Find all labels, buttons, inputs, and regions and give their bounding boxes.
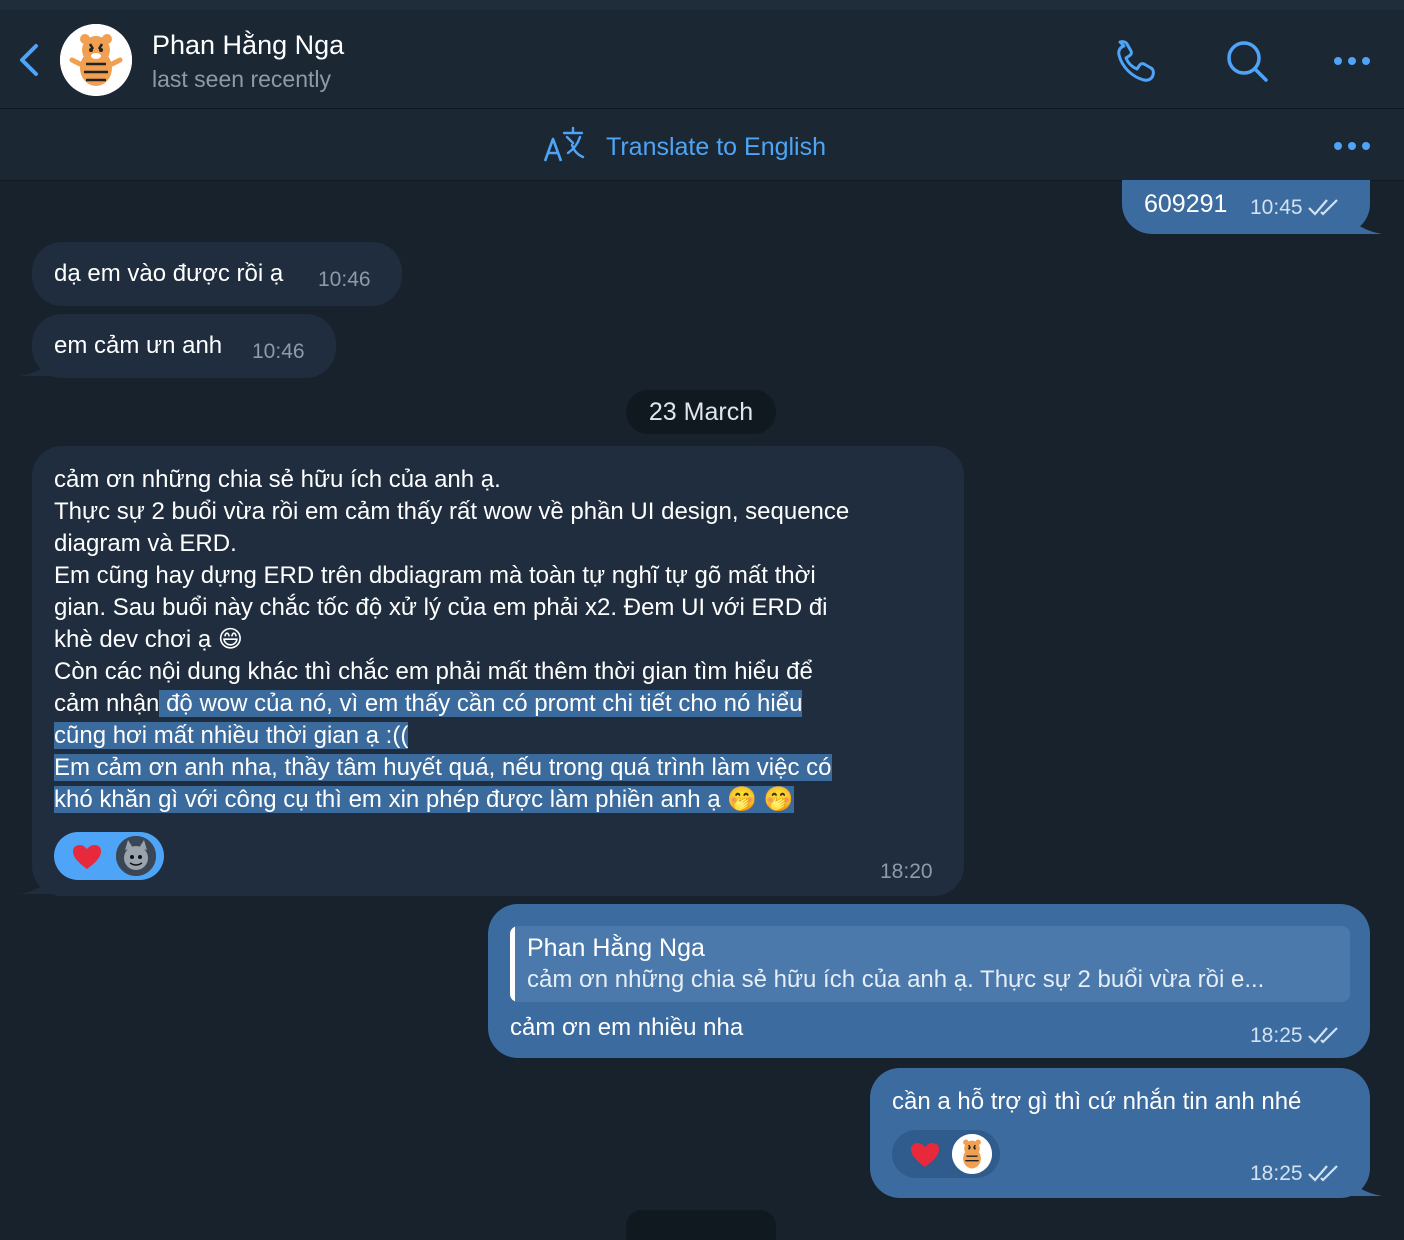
- text-selection: độ wow của nó, vì em thấy cần có promt c…: [159, 690, 803, 717]
- date-divider: 23 March: [626, 390, 776, 434]
- message-text: dạ em vào được rồi ạ: [54, 260, 284, 287]
- message-text: em cảm ưn anh: [54, 332, 223, 359]
- message-time: 18:25: [1250, 1158, 1341, 1190]
- more-horizontal-icon[interactable]: [1328, 36, 1378, 86]
- message-text: 609291: [1144, 190, 1228, 218]
- message-text: cảm ơn em nhiều nha: [510, 1014, 744, 1041]
- message-bubble-out[interactable]: 609291 10:45: [1122, 180, 1370, 234]
- reply-quote-text: cảm ơn những chia sẻ hữu ích của anh ạ. …: [527, 966, 1265, 993]
- reply-quote-name: Phan Hằng Nga: [527, 934, 705, 962]
- contact-status: last seen recently: [152, 66, 331, 92]
- contact-name[interactable]: Phan Hằng Nga: [152, 30, 344, 61]
- date-divider-partial: [626, 1210, 776, 1240]
- translate-label[interactable]: Translate to English: [606, 133, 826, 162]
- message-time: 18:25: [1250, 1020, 1341, 1052]
- message-time: 10:45: [1250, 192, 1341, 224]
- message-time: 10:46: [318, 268, 371, 291]
- message-time: 10:46: [252, 340, 305, 363]
- double-check-icon: [1307, 1165, 1338, 1182]
- heart-icon: [73, 845, 101, 869]
- phone-icon[interactable]: [1108, 36, 1158, 86]
- tiger-avatar-icon: [952, 1134, 992, 1174]
- text-selection: cũng hơi mất nhiều thời gian ạ :((: [54, 722, 409, 749]
- reaction-heart[interactable]: [54, 832, 164, 880]
- translate-icon: [543, 126, 585, 162]
- tiger-avatar-icon: [60, 24, 132, 96]
- reply-quote[interactable]: Phan Hằng Nga cảm ơn những chia sẻ hữu í…: [510, 926, 1350, 1002]
- window-top-strip: [0, 0, 1404, 10]
- message-bubble-in[interactable]: dạ em vào được rồi ạ 10:46: [32, 242, 402, 306]
- translate-bar[interactable]: Translate to English: [0, 109, 1404, 181]
- double-check-icon: [1307, 1027, 1338, 1044]
- reactor-avatar: [952, 1134, 992, 1174]
- message-bubble-in[interactable]: em cảm ưn anh 10:46: [32, 314, 336, 378]
- message-bubble-out[interactable]: cần a hỗ trợ gì thì cứ nhắn tin anh nhé …: [870, 1068, 1370, 1198]
- message-text: cảm ơn những chia sẻ hữu ích của anh ạ. …: [54, 466, 850, 813]
- cat-avatar-icon: [116, 836, 156, 876]
- message-text: cần a hỗ trợ gì thì cứ nhắn tin anh nhé: [892, 1088, 1302, 1115]
- text-selection: Em cảm ơn anh nha, thầy tâm huyết quá, n…: [54, 754, 832, 781]
- reply-quote-bar: [510, 926, 515, 1002]
- text-selection: khó khăn gì với công cụ thì em xin phép …: [54, 786, 794, 813]
- reactor-avatar: [116, 836, 156, 876]
- reaction-heart[interactable]: [892, 1130, 1000, 1178]
- heart-icon: [911, 1143, 939, 1167]
- avatar[interactable]: [60, 24, 132, 96]
- double-check-icon: [1307, 199, 1338, 216]
- chevron-left-icon[interactable]: [14, 40, 44, 80]
- chat-header: Phan Hằng Nga last seen recently: [0, 10, 1404, 109]
- message-time: 18:20: [880, 860, 933, 883]
- search-icon[interactable]: [1222, 36, 1272, 86]
- more-horizontal-icon[interactable]: [1330, 131, 1376, 161]
- message-bubble-out[interactable]: Phan Hằng Nga cảm ơn những chia sẻ hữu í…: [488, 904, 1370, 1058]
- message-bubble-in[interactable]: cảm ơn những chia sẻ hữu ích của anh ạ. …: [32, 446, 964, 896]
